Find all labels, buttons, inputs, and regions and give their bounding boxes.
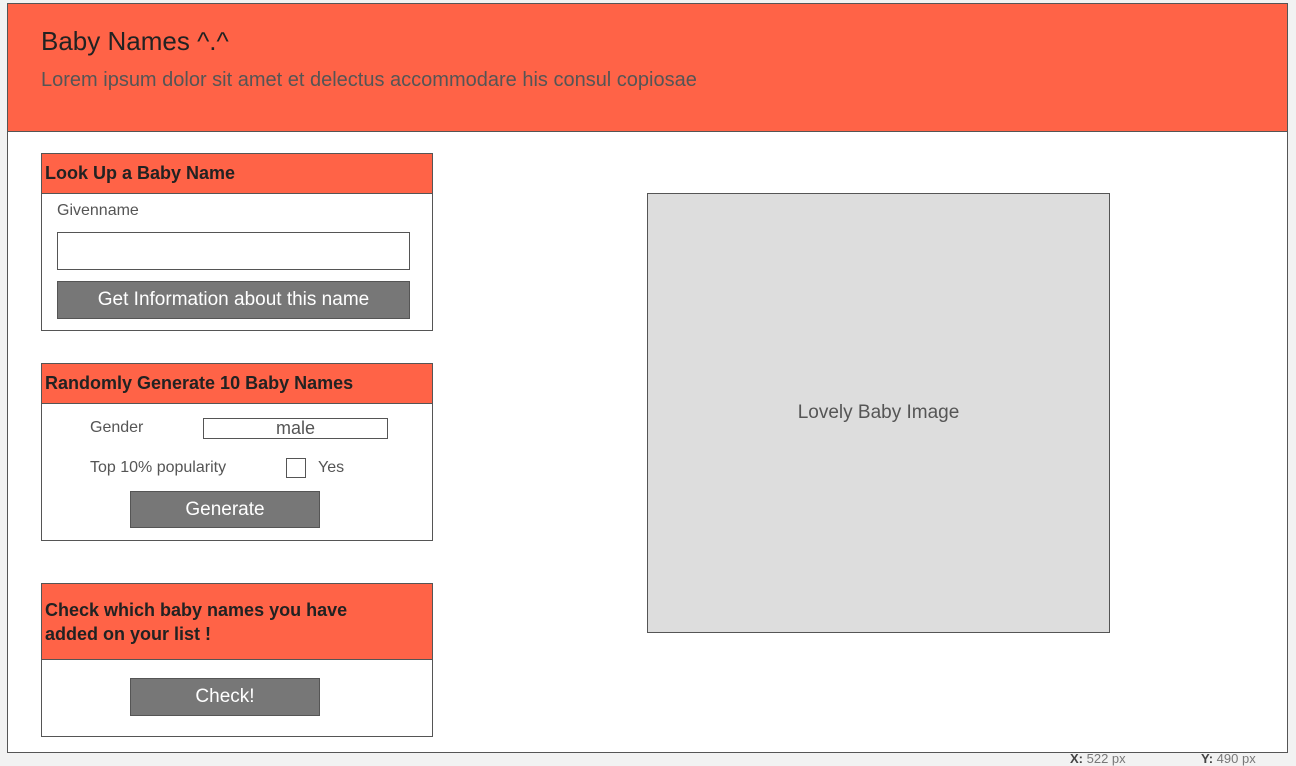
lookup-panel-heading: Look Up a Baby Name — [42, 154, 432, 194]
y-label: Y: — [1201, 751, 1214, 766]
givenname-input[interactable] — [57, 232, 410, 270]
baby-image-label: Lovely Baby Image — [797, 402, 960, 423]
gender-select[interactable]: male — [203, 418, 388, 439]
page-subtitle: Lorem ipsum dolor sit amet et delectus a… — [41, 69, 697, 91]
y-coordinate-readout: Y: 490 px — [1201, 751, 1256, 766]
popularity-label: Top 10% popularity — [90, 459, 227, 476]
givenname-label: Givenname — [57, 202, 139, 219]
random-panel: Randomly Generate 10 Baby Names Gender m… — [41, 363, 433, 541]
yes-label: Yes — [318, 459, 345, 476]
gender-label: Gender — [90, 419, 144, 436]
random-panel-heading: Randomly Generate 10 Baby Names — [42, 364, 432, 404]
page-title: Baby Names ^.^ — [41, 26, 229, 56]
x-coordinate-readout: X: 522 px — [1070, 751, 1126, 766]
generate-button[interactable]: Generate — [130, 491, 320, 528]
page-frame: Baby Names ^.^ Lorem ipsum dolor sit ame… — [7, 3, 1288, 753]
x-value: 522 px — [1086, 751, 1126, 766]
page-header: Baby Names ^.^ Lorem ipsum dolor sit ame… — [8, 4, 1287, 132]
check-panel-heading: Check which baby names you have added on… — [42, 584, 432, 660]
x-label: X: — [1070, 751, 1083, 766]
y-value: 490 px — [1216, 751, 1256, 766]
check-panel: Check which baby names you have added on… — [41, 583, 433, 737]
popularity-checkbox[interactable] — [286, 458, 306, 478]
check-button[interactable]: Check! — [130, 678, 320, 716]
get-information-button[interactable]: Get Information about this name — [57, 281, 410, 319]
lookup-panel: Look Up a Baby Name Givenname Get Inform… — [41, 153, 433, 331]
baby-image-placeholder: Lovely Baby Image — [647, 193, 1110, 633]
